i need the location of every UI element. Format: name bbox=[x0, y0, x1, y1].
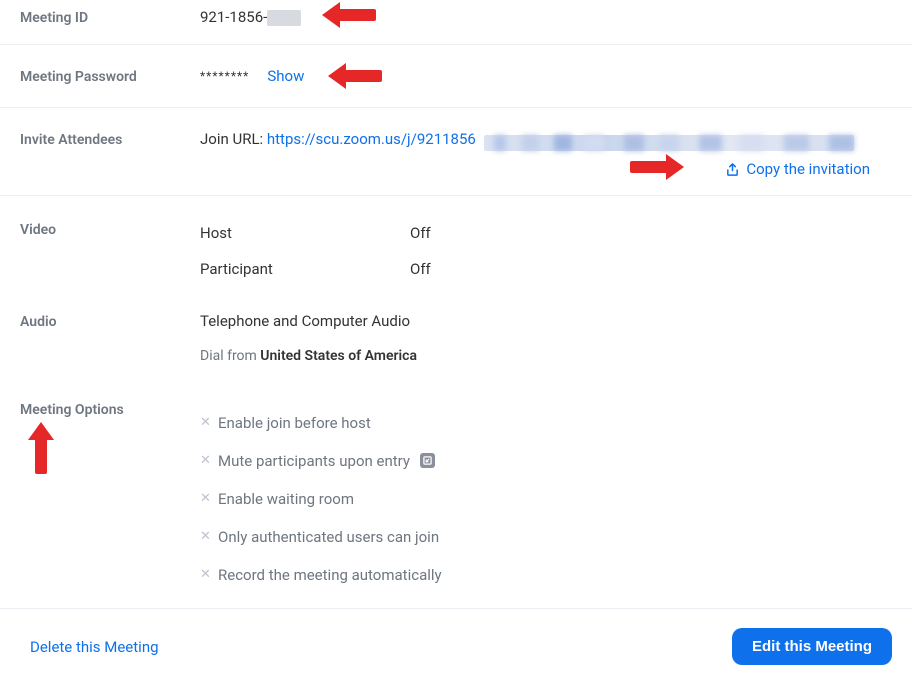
video-participant-value: Off bbox=[410, 260, 431, 278]
video-participant-label: Participant bbox=[200, 260, 410, 278]
value-join-url: Join URL: https://scu.zoom.us/j/9211856 bbox=[200, 130, 892, 148]
option-authenticated-only: ✕ Only authenticated users can join bbox=[200, 518, 892, 556]
value-password: ******** Show bbox=[200, 67, 892, 85]
annotation-arrow bbox=[28, 422, 54, 474]
row-invite: Invite Attendees Join URL: https://scu.z… bbox=[0, 108, 912, 195]
label-video: Video bbox=[20, 220, 200, 238]
video-host-label: Host bbox=[200, 224, 410, 242]
copy-invitation-label: Copy the invitation bbox=[746, 160, 870, 178]
video-host-value: Off bbox=[410, 224, 431, 242]
footer-bar: Delete this Meeting Edit this Meeting bbox=[0, 609, 912, 687]
row-meeting-id: Meeting ID 921-1856- bbox=[0, 0, 912, 44]
join-url-link[interactable]: https://scu.zoom.us/j/9211856 bbox=[267, 130, 476, 148]
locked-badge-icon bbox=[420, 453, 435, 468]
label-audio: Audio bbox=[20, 312, 200, 330]
row-video: Video Host Off Participant Off bbox=[0, 196, 912, 296]
redacted-meeting-id-suffix bbox=[267, 10, 301, 26]
row-password: Meeting Password ******** Show bbox=[0, 45, 912, 107]
copy-invitation-link[interactable]: Copy the invitation bbox=[725, 160, 870, 178]
row-audio: Audio Telephone and Computer Audio Dial … bbox=[0, 296, 912, 378]
show-password-link[interactable]: Show bbox=[267, 67, 304, 85]
join-url-prefix: Join URL: bbox=[200, 130, 267, 148]
option-mute-on-entry: ✕ Mute participants upon entry bbox=[200, 442, 892, 480]
label-password: Meeting Password bbox=[20, 67, 200, 85]
value-meeting-id: 921-1856- bbox=[200, 8, 892, 26]
option-record-auto: ✕ Record the meeting automatically bbox=[200, 556, 892, 594]
edit-meeting-button[interactable]: Edit this Meeting bbox=[732, 628, 892, 665]
x-icon: ✕ bbox=[200, 415, 210, 430]
audio-value: Telephone and Computer Audio bbox=[200, 312, 892, 330]
opt-label: Only authenticated users can join bbox=[218, 528, 439, 546]
password-masked: ******** bbox=[200, 69, 249, 83]
option-join-before-host: ✕ Enable join before host bbox=[200, 404, 892, 442]
annotation-arrow bbox=[630, 154, 684, 180]
opt-label: Enable waiting room bbox=[218, 490, 354, 508]
label-invite: Invite Attendees bbox=[20, 130, 200, 148]
x-icon: ✕ bbox=[200, 453, 210, 468]
opt-label: Enable join before host bbox=[218, 414, 371, 432]
meeting-details-panel: Meeting ID 921-1856- Meeting Password **… bbox=[0, 0, 912, 608]
x-icon: ✕ bbox=[200, 491, 210, 506]
label-meeting-id: Meeting ID bbox=[20, 8, 200, 26]
x-icon: ✕ bbox=[200, 529, 210, 544]
opt-label: Record the meeting automatically bbox=[218, 566, 442, 584]
row-options: Meeting Options ✕ Enable join before hos… bbox=[0, 378, 912, 608]
redacted-url-suffix bbox=[484, 135, 854, 151]
label-options: Meeting Options bbox=[20, 400, 200, 418]
dial-from-line: Dial from United States of America bbox=[200, 330, 892, 364]
delete-meeting-link[interactable]: Delete this Meeting bbox=[30, 638, 159, 656]
x-icon: ✕ bbox=[200, 567, 210, 582]
share-icon bbox=[725, 162, 740, 177]
dial-country: United States of America bbox=[260, 348, 417, 364]
meeting-id-text: 921-1856- bbox=[200, 8, 267, 26]
opt-label: Mute participants upon entry bbox=[218, 452, 410, 470]
dial-prefix: Dial from bbox=[200, 348, 260, 364]
option-waiting-room: ✕ Enable waiting room bbox=[200, 480, 892, 518]
